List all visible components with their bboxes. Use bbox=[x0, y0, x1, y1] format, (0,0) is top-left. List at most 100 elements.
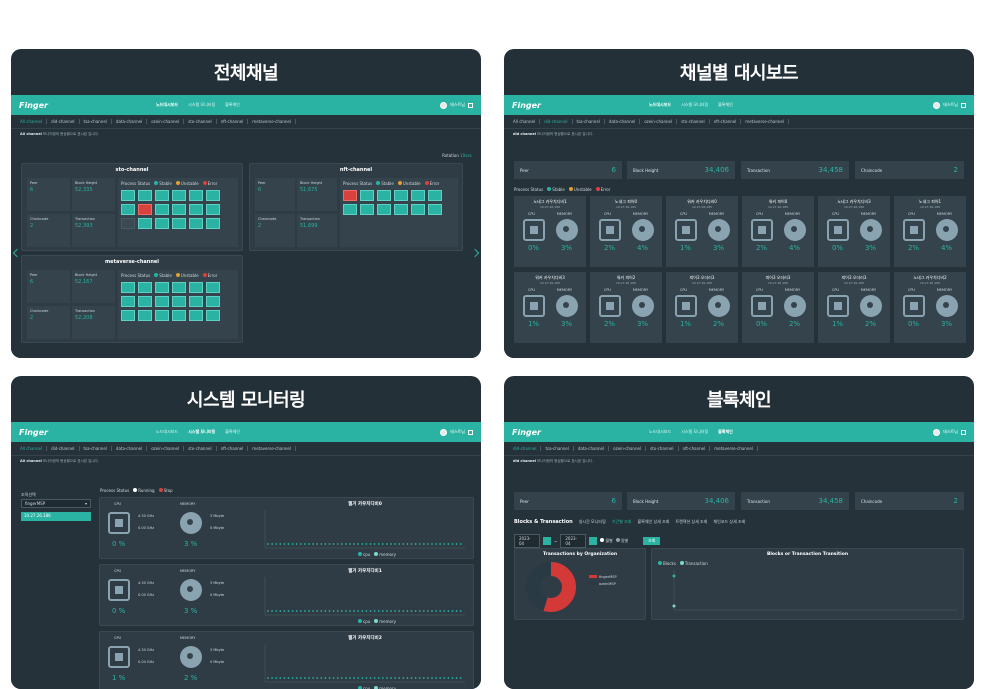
series-point bbox=[349, 543, 351, 545]
prev-arrow-icon[interactable] bbox=[12, 248, 22, 258]
tab-data-channel[interactable]: data-channel bbox=[116, 446, 148, 451]
org-select[interactable]: fingerMSP ▾ bbox=[21, 499, 91, 508]
series-point bbox=[377, 610, 380, 612]
tab-metaverse-channel[interactable]: metaverse-channel bbox=[714, 446, 758, 451]
search-button[interactable]: 조회 bbox=[643, 537, 661, 545]
radio-month[interactable]: 월별 bbox=[600, 538, 613, 544]
node-card[interactable]: 피어3 오더러3 10.27.26.185 CPU MEMORY 0% 2% bbox=[742, 272, 814, 343]
process-status-box: Process Status Stable Unstable Error bbox=[118, 178, 238, 247]
fullscreen-icon[interactable] bbox=[961, 429, 966, 435]
subtab-period[interactable]: 기간별 조회 bbox=[612, 519, 632, 525]
node-card[interactable]: 피어3 오더러3 10.27.26.185 CPU MEMORY 1% 2% bbox=[666, 272, 738, 343]
tab-did-channel[interactable]: did-channel bbox=[51, 446, 80, 451]
rotation-control[interactable]: Rotation 10sec bbox=[442, 153, 472, 158]
fullscreen-icon[interactable] bbox=[468, 429, 473, 435]
tab-did-channel[interactable]: did-channel bbox=[513, 446, 542, 451]
node-card[interactable]: 노네그 피어1 10.27.26.186 CPU MEMORY 2% 4% bbox=[894, 196, 966, 267]
node-card[interactable]: 워커 카우치디비0 10.27.26.185 CPU MEMORY 1% 3% bbox=[666, 196, 738, 267]
tab-did-channel[interactable]: did-channel bbox=[51, 119, 80, 124]
nav-node-dashboard[interactable]: 노드대시보드 bbox=[156, 102, 178, 108]
node-card[interactable]: 노네그 피어0 10.27.26.185 CPU MEMORY 2% 4% bbox=[590, 196, 662, 267]
tab-tsa-channel[interactable]: tsa-channel bbox=[545, 446, 574, 451]
process-legend: Process Status Stable Unstable Error bbox=[514, 187, 611, 192]
tab-tsa-channel[interactable]: tsa-channel bbox=[84, 119, 112, 124]
node-card[interactable]: 노네그 카우치디비1 10.27.26.186 CPU MEMORY 0% 3% bbox=[514, 196, 586, 267]
nav-system-monitoring[interactable]: 시스템 모니터링 bbox=[681, 102, 708, 108]
nav-system-monitoring[interactable]: 시스템 모니터링 bbox=[188, 102, 215, 108]
subtab-tx-detail[interactable]: 트랜잭션 상세 조회 bbox=[675, 519, 707, 525]
cpu-value: 0% bbox=[831, 244, 844, 252]
tab-ozein-channel[interactable]: ozein-channel bbox=[644, 119, 678, 124]
app-logo[interactable]: Finger bbox=[512, 101, 541, 110]
nav-blockchain[interactable]: 블록체인 bbox=[225, 102, 240, 108]
tab-nft-channel[interactable]: nft-channel bbox=[221, 446, 249, 451]
node-card[interactable]: 워커 피어2 10.27.26.185 CPU MEMORY 2% 3% bbox=[590, 272, 662, 343]
tab-all-channel[interactable]: All channel bbox=[20, 446, 48, 451]
tab-sto-channel[interactable]: sto-channel bbox=[650, 446, 679, 451]
node-card[interactable]: 워커 피어0 10.27.26.185 CPU MEMORY 2% 4% bbox=[742, 196, 814, 267]
tab-sto-channel[interactable]: sto-channel bbox=[188, 119, 217, 124]
node-item[interactable]: 10.27.26.186 bbox=[21, 512, 91, 521]
user-menu[interactable]: 테스트님 bbox=[440, 428, 473, 436]
app-logo[interactable]: Finger bbox=[19, 101, 48, 110]
tab-nft-channel[interactable]: nft-channel bbox=[714, 119, 742, 124]
nav-node-dashboard[interactable]: 노드대시보드 bbox=[156, 429, 178, 435]
next-arrow-icon[interactable] bbox=[470, 248, 480, 258]
tab-ozein-channel[interactable]: ozein-channel bbox=[613, 446, 647, 451]
channel-panel-nft[interactable]: nft-channel Peer 6 Block Height 51,675 Cha… bbox=[249, 163, 463, 251]
channel-panel-sto[interactable]: sto-channel Peer 6 Block Height 52,335 Cha… bbox=[21, 163, 243, 251]
user-menu[interactable]: 테스트님 bbox=[933, 428, 966, 436]
node-card[interactable]: 노네그 카우치디비2 10.27.26.186 CPU MEMORY 0% 3% bbox=[894, 272, 966, 343]
cpu-value: 0% bbox=[907, 320, 920, 328]
tab-metaverse-channel[interactable]: metaverse-channel bbox=[745, 119, 789, 124]
tab-tsa-channel[interactable]: tsa-channel bbox=[84, 446, 112, 451]
user-menu[interactable]: 테스트님 bbox=[440, 101, 473, 109]
series-point bbox=[406, 543, 409, 545]
tab-all-channel[interactable]: All channel bbox=[20, 119, 48, 124]
tab-tsa-channel[interactable]: tsa-channel bbox=[577, 119, 605, 124]
node-card[interactable]: 피어3 오더러3 10.27.26.185 CPU MEMORY 1% 2% bbox=[818, 272, 890, 343]
nav-system-monitoring[interactable]: 시스템 모니터링 bbox=[681, 429, 708, 435]
tab-sto-channel[interactable]: sto-channel bbox=[681, 119, 710, 124]
user-menu[interactable]: 테스트님 bbox=[933, 101, 966, 109]
calendar-icon[interactable] bbox=[589, 537, 598, 545]
app-logo[interactable]: Finger bbox=[19, 428, 48, 437]
nav-blockchain[interactable]: 블록체인 bbox=[718, 102, 733, 108]
calendar-icon[interactable] bbox=[543, 537, 551, 545]
radio-day[interactable]: 일별 bbox=[615, 538, 628, 544]
tab-sto-channel[interactable]: sto-channel bbox=[188, 446, 217, 451]
tab-data-channel[interactable]: data-channel bbox=[578, 446, 610, 451]
tab-metaverse-channel[interactable]: metaverse-channel bbox=[252, 119, 296, 124]
nav-node-dashboard[interactable]: 노드대시보드 bbox=[649, 102, 671, 108]
fullscreen-icon[interactable] bbox=[468, 102, 473, 108]
subtab-block-detail[interactable]: 블록체인 상세 조회 bbox=[637, 519, 669, 525]
card-title: 블록체인 bbox=[706, 390, 772, 411]
app-logo[interactable]: Finger bbox=[512, 428, 541, 437]
tab-ozein-channel[interactable]: ozein-channel bbox=[151, 446, 185, 451]
tab-all-channel[interactable]: All channel bbox=[513, 119, 541, 124]
tab-metaverse-channel[interactable]: metaverse-channel bbox=[252, 446, 296, 451]
series-point bbox=[304, 677, 306, 679]
date-to-input[interactable]: 2023-04 bbox=[560, 534, 587, 548]
tab-nft-channel[interactable]: nft-channel bbox=[221, 119, 249, 124]
tab-data-channel[interactable]: data-channel bbox=[116, 119, 148, 124]
subtab-chaincode-detail[interactable]: 체인코드 상세 조회 bbox=[713, 519, 745, 525]
series-point bbox=[431, 543, 433, 545]
tab-did-channel[interactable]: did-channel bbox=[544, 119, 573, 124]
nav-system-monitoring[interactable]: 시스템 모니터링 bbox=[188, 429, 215, 435]
tab-data-channel[interactable]: data-channel bbox=[609, 119, 641, 124]
nav-blockchain[interactable]: 블록체인 bbox=[225, 429, 240, 435]
fullscreen-icon[interactable] bbox=[961, 102, 966, 108]
subtab-realtime[interactable]: 실시간 모니터링 bbox=[579, 519, 606, 525]
nav-blockchain[interactable]: 블록체인 bbox=[718, 429, 733, 435]
node-card[interactable]: 워커 카우치디비3 10.27.26.185 CPU MEMORY 1% 3% bbox=[514, 272, 586, 343]
date-from-input[interactable]: 2023-04 bbox=[514, 534, 540, 548]
nav-node-dashboard[interactable]: 노드대시보드 bbox=[649, 429, 671, 435]
series-point bbox=[283, 610, 286, 612]
series-point bbox=[271, 543, 273, 545]
tab-nft-channel[interactable]: nft-channel bbox=[683, 446, 711, 451]
series-point bbox=[279, 610, 282, 612]
tab-ozein-channel[interactable]: ozein-channel bbox=[151, 119, 185, 124]
node-card[interactable]: 노네그 카우치디비3 10.27.26.186 CPU MEMORY 0% 3% bbox=[818, 196, 890, 267]
channel-panel-metaverse[interactable]: metaverse-channel Peer 6 Block Height 52,1… bbox=[21, 255, 243, 343]
